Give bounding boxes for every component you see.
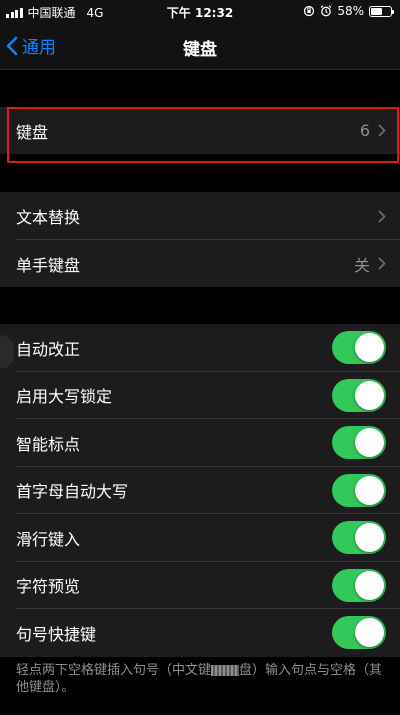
toggle-row: 启用大写锁定 [0,372,400,419]
chevron-right-icon [378,124,386,137]
toggle-row: 句号快捷键 [0,609,400,657]
period-shortcut-toggle[interactable] [332,616,386,650]
toggle-row: 滑行键入 [0,514,400,562]
toggle-row: 智能标点 [0,419,400,467]
toggle-knob [355,618,384,648]
keyboards-group: 键盘 6 [0,107,400,154]
auto-capitalization-toggle[interactable] [332,473,386,507]
toggle-row: 自动改正 [0,324,400,372]
chevron-right-icon [378,257,386,270]
keyboards-row[interactable]: 键盘 6 [0,107,400,154]
toggle-knob [355,570,384,600]
keyboards-label: 键盘 [16,122,49,142]
slide-to-type-toggle[interactable] [332,521,386,555]
auto-correction-label: 自动改正 [16,339,81,359]
toggle-row: 字符预览 [0,562,400,609]
status-right: 58% [303,4,394,18]
text-options-group: 文本替换 单手键盘 关 [0,192,400,287]
text-replacement-label: 文本替换 [16,208,81,227]
slide-to-type-label: 滑行键入 [16,529,81,549]
character-preview-toggle[interactable] [332,568,386,602]
page-title: 键盘 [183,40,217,60]
toggle-knob [355,380,384,410]
auto-capitalization-label: 首字母自动大写 [16,482,129,502]
toggles-group: 自动改正 启用大写锁定 智能标点 首字母自动大写 滑行键入 字符预览 句号快捷键 [0,324,400,657]
period-shortcut-footnote: 轻点两下空格键插入句号（中文键 盘）输入句点与空格（其他键盘）。 [16,662,388,696]
navigation-bar: 通用 键盘 [0,24,400,70]
status-bar: 中国联通 4G 下午 12:32 58% [0,0,400,24]
caps-lock-toggle[interactable] [332,378,386,412]
footnote-part-1: 轻点两下空格键插入句号（中文键 [16,663,212,678]
battery-icon [369,5,394,17]
toggle-knob [355,475,384,505]
battery-fill [371,7,383,15]
toggle-knob [355,523,384,553]
caps-lock-label: 启用大写锁定 [16,387,113,407]
character-preview-label: 字符预览 [16,577,81,597]
toggle-row: 首字母自动大写 [0,467,400,514]
auto-correction-toggle[interactable] [332,331,386,365]
alarm-icon [320,5,332,17]
smart-punctuation-toggle[interactable] [332,426,386,460]
one-handed-keyboard-label: 单手键盘 [16,255,81,275]
one-handed-keyboard-row[interactable]: 单手键盘 关 [0,240,400,287]
toggle-knob [355,428,384,458]
one-handed-keyboard-value: 关 [353,255,370,275]
battery-percent: 58% [337,4,364,18]
keyboards-count: 6 [359,121,370,140]
toggle-knob [355,333,384,363]
smart-punctuation-label: 智能标点 [16,434,81,454]
period-shortcut-label: 句号快捷键 [16,624,97,644]
text-replacement-row[interactable]: 文本替换 [0,192,400,240]
chevron-right-icon [378,210,386,222]
orientation-lock-icon [304,5,315,17]
redacted-mark [211,665,240,676]
